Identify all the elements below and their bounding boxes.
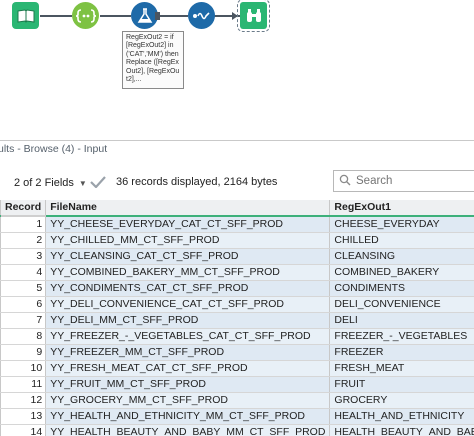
filename-cell[interactable]: YY_HEALTH_BEAUTY_AND_BABY_MM_CT_SFF_PROD bbox=[45, 424, 331, 436]
table-row[interactable]: 4 YY_COMBINED_BAKERY_MM_CT_SFF_PROD COMBIN… bbox=[0, 264, 474, 281]
header-row: Record FileName RegExOut1 bbox=[0, 200, 474, 217]
results-panel-header: ults - Browse (4) - Input bbox=[0, 140, 474, 156]
results-panel-title: ults - Browse (4) - Input bbox=[0, 143, 108, 155]
filename-cell[interactable]: YY_HEALTH_AND_ETHNICITY_MM_CT_SFF_PROD bbox=[45, 408, 331, 425]
record-cell[interactable]: 4 bbox=[0, 264, 47, 281]
select-brackets-icon bbox=[75, 8, 96, 24]
regexout1-cell[interactable]: FRESH_MEAT bbox=[329, 360, 474, 377]
record-cell[interactable]: 11 bbox=[0, 376, 47, 393]
filename-cell[interactable]: YY_CHILLED_MM_CT_SFF_PROD bbox=[45, 232, 331, 249]
column-header-record[interactable]: Record bbox=[0, 200, 47, 217]
table-row[interactable]: 3 YY_CLEANSING_CAT_CT_SFF_PROD CLEANSING bbox=[0, 248, 474, 265]
filter-tool[interactable] bbox=[188, 2, 215, 29]
table-row[interactable]: 8 YY_FREEZER_-_VEGETABLES_CAT_CT_SFF_PROD… bbox=[0, 328, 474, 345]
results-grid[interactable]: Record FileName RegExOut1 1 YY_CHEESE_EVE… bbox=[0, 200, 474, 436]
regexout1-cell[interactable]: HEALTH_AND_ETHNICITY bbox=[329, 408, 474, 425]
regexout1-cell[interactable]: FREEZER bbox=[329, 344, 474, 361]
chevron-down-icon: ▼ bbox=[78, 178, 87, 188]
filename-cell[interactable]: YY_FREEZER_MM_CT_SFF_PROD bbox=[45, 344, 331, 361]
table-row[interactable]: 9 YY_FREEZER_MM_CT_SFF_PROD FREEZER bbox=[0, 344, 474, 361]
column-header-regexout1[interactable]: RegExOut1 bbox=[329, 200, 474, 217]
regexout1-cell[interactable]: FREEZER_-_VEGETABLES bbox=[329, 328, 474, 345]
book-icon bbox=[16, 8, 36, 24]
table-row[interactable]: 7 YY_DELI_MM_CT_SFF_PROD DELI bbox=[0, 312, 474, 329]
record-cell[interactable]: 14 bbox=[0, 424, 47, 436]
fields-dropdown[interactable]: 2 of 2 Fields ▼ bbox=[14, 175, 87, 191]
records-info: 36 records displayed, 2164 bytes bbox=[116, 176, 278, 188]
record-cell[interactable]: 8 bbox=[0, 328, 47, 345]
record-cell[interactable]: 1 bbox=[0, 216, 47, 233]
record-cell[interactable]: 9 bbox=[0, 344, 47, 361]
search-input[interactable] bbox=[356, 175, 456, 187]
results-table: Record FileName RegExOut1 1 YY_CHEESE_EVE… bbox=[0, 200, 474, 436]
search-box[interactable] bbox=[333, 170, 474, 192]
filename-cell[interactable]: YY_DELI_MM_CT_SFF_PROD bbox=[45, 312, 331, 329]
filename-cell[interactable]: YY_FREEZER_-_VEGETABLES_CAT_CT_SFF_PROD bbox=[45, 328, 331, 345]
select-tool[interactable] bbox=[72, 2, 99, 29]
regexout1-cell[interactable]: CHEESE_EVERYDAY bbox=[329, 216, 474, 233]
regexout1-cell[interactable]: HEALTH_BEAUTY_AND_BABY bbox=[329, 424, 474, 436]
annotation-text: RegExOut2 = if [RegExOut2] in ('CAT','MM… bbox=[126, 34, 181, 84]
record-cell[interactable]: 12 bbox=[0, 392, 47, 409]
record-cell[interactable]: 2 bbox=[0, 232, 47, 249]
regexout1-cell[interactable]: CHILLED bbox=[329, 232, 474, 249]
fields-label: 2 of 2 Fields bbox=[14, 177, 74, 189]
filename-cell[interactable]: YY_DELI_CONVENIENCE_CAT_CT_SFF_PROD bbox=[45, 296, 331, 313]
output-anchor[interactable] bbox=[155, 12, 160, 20]
filename-cell[interactable]: YY_FRESH_MEAT_CAT_CT_SFF_PROD bbox=[45, 360, 331, 377]
workflow-canvas[interactable]: RegExOut2 = if [RegExOut2] in ('CAT','MM… bbox=[0, 0, 474, 130]
input-tool[interactable] bbox=[12, 2, 39, 29]
record-cell[interactable]: 10 bbox=[0, 360, 47, 377]
connection-wire bbox=[158, 15, 188, 17]
regexout1-cell[interactable]: DELI_CONVENIENCE bbox=[329, 296, 474, 313]
filename-cell[interactable]: YY_CLEANSING_CAT_CT_SFF_PROD bbox=[45, 248, 331, 265]
filename-cell[interactable]: YY_COMBINED_BAKERY_MM_CT_SFF_PROD bbox=[45, 264, 331, 281]
connection-wire bbox=[40, 15, 72, 17]
regexout1-cell[interactable]: COMBINED_BAKERY bbox=[329, 264, 474, 281]
table-row[interactable]: 10 YY_FRESH_MEAT_CAT_CT_SFF_PROD FRESH_MEA… bbox=[0, 360, 474, 377]
flask-icon bbox=[136, 7, 154, 25]
filename-cell[interactable]: YY_GROCERY_MM_CT_SFF_PROD bbox=[45, 392, 331, 409]
record-cell[interactable]: 13 bbox=[0, 408, 47, 425]
search-icon bbox=[339, 174, 351, 189]
column-header-filename[interactable]: FileName bbox=[45, 200, 331, 217]
dot-wave-icon bbox=[192, 9, 212, 23]
table-row[interactable]: 2 YY_CHILLED_MM_CT_SFF_PROD CHILLED bbox=[0, 232, 474, 249]
filename-cell[interactable]: YY_FRUIT_MM_CT_SFF_PROD bbox=[45, 376, 331, 393]
filename-cell[interactable]: YY_CONDIMENTS_CAT_CT_SFF_PROD bbox=[45, 280, 331, 297]
browse-tool[interactable] bbox=[237, 0, 270, 32]
checkmark-icon[interactable] bbox=[90, 176, 106, 191]
regexout1-cell[interactable]: DELI bbox=[329, 312, 474, 329]
regexout1-cell[interactable]: FRUIT bbox=[329, 376, 474, 393]
record-cell[interactable]: 5 bbox=[0, 280, 47, 297]
record-cell[interactable]: 6 bbox=[0, 296, 47, 313]
regexout1-cell[interactable]: GROCERY bbox=[329, 392, 474, 409]
record-cell[interactable]: 3 bbox=[0, 248, 47, 265]
table-row[interactable]: 6 YY_DELI_CONVENIENCE_CAT_CT_SFF_PROD DELI… bbox=[0, 296, 474, 313]
table-row[interactable]: 12 YY_GROCERY_MM_CT_SFF_PROD GROCERY bbox=[0, 392, 474, 409]
formula-tool[interactable] bbox=[131, 2, 158, 29]
record-cell[interactable]: 7 bbox=[0, 312, 47, 329]
table-row[interactable]: 14 YY_HEALTH_BEAUTY_AND_BABY_MM_CT_SFF_PR… bbox=[0, 424, 474, 436]
regexout1-cell[interactable]: CLEANSING bbox=[329, 248, 474, 265]
wire-arrow bbox=[232, 12, 238, 20]
formula-annotation: RegExOut2 = if [RegExOut2] in ('CAT','MM… bbox=[122, 31, 184, 89]
regexout1-cell[interactable]: CONDIMENTS bbox=[329, 280, 474, 297]
connection-wire bbox=[100, 15, 131, 17]
table-row[interactable]: 13 YY_HEALTH_AND_ETHNICITY_MM_CT_SFF_PROD… bbox=[0, 408, 474, 425]
binoculars-icon bbox=[245, 8, 263, 24]
filename-cell[interactable]: YY_CHEESE_EVERYDAY_CAT_CT_SFF_PROD bbox=[45, 216, 331, 233]
table-row[interactable]: 11 YY_FRUIT_MM_CT_SFF_PROD FRUIT bbox=[0, 376, 474, 393]
table-row[interactable]: 1 YY_CHEESE_EVERYDAY_CAT_CT_SFF_PROD CHEES… bbox=[0, 216, 474, 233]
table-row[interactable]: 5 YY_CONDIMENTS_CAT_CT_SFF_PROD CONDIMENTS bbox=[0, 280, 474, 297]
